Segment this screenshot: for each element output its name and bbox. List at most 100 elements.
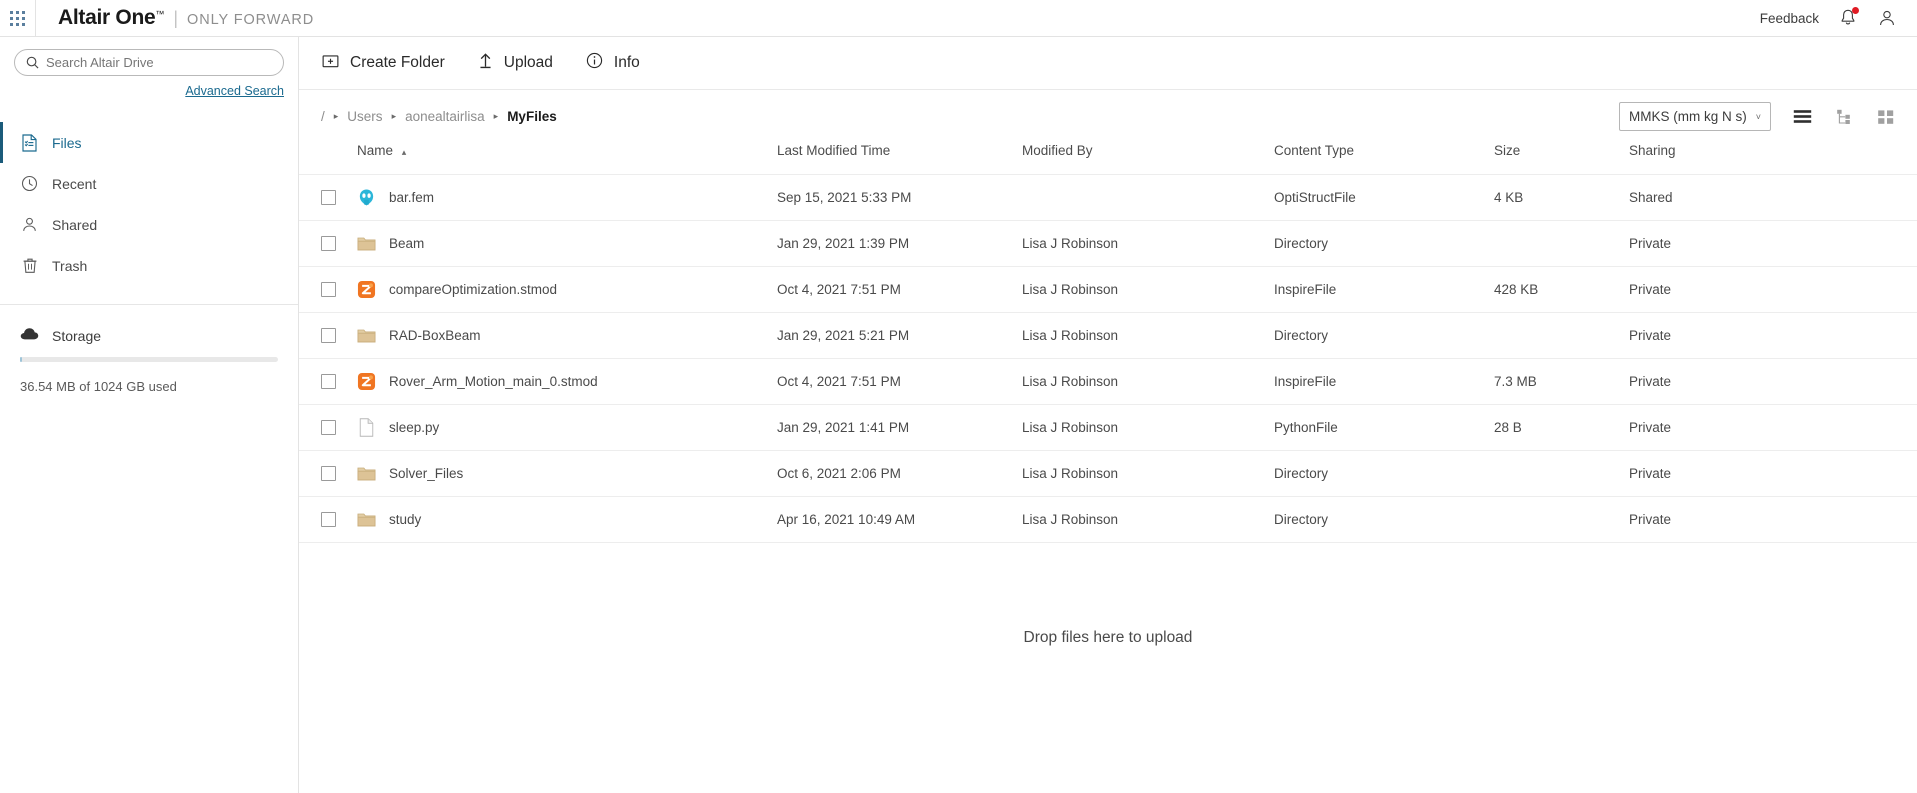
file-name[interactable]: sleep.py [389, 420, 439, 435]
row-checkbox-cell [299, 174, 357, 221]
brand-tagline: ONLY FORWARD [187, 12, 315, 28]
folder-plus-icon [322, 53, 339, 74]
sharing-status: Private [1629, 266, 1917, 313]
select-all-header [299, 143, 357, 175]
file-name[interactable]: Beam [389, 236, 424, 251]
chevron-right-icon: ▸ [493, 111, 499, 121]
row-checkbox-cell [299, 220, 357, 267]
sidebar-item-shared[interactable]: Shared [0, 204, 298, 245]
sidebar-item-label: Files [52, 134, 82, 151]
file-name[interactable]: bar.fem [389, 190, 434, 205]
upload-button[interactable]: Upload [476, 48, 555, 78]
file-size [1494, 312, 1629, 359]
content-type: InspireFile [1274, 266, 1494, 313]
storage-progress-bar [20, 357, 278, 362]
create-folder-label: Create Folder [350, 54, 445, 71]
unit-system-select[interactable]: MMKS (mm kg N s) ˅ [1618, 102, 1771, 131]
file-table-body: bar.fem Sep 15, 2021 5:33 PM OptiStructFil… [299, 174, 1917, 543]
row-checkbox-cell [299, 266, 357, 313]
modified-by: Lisa J Robinson [1022, 496, 1274, 543]
file-size: 7.3 MB [1494, 358, 1629, 405]
modified-by: Lisa J Robinson [1022, 358, 1274, 405]
list-view-button[interactable] [1791, 107, 1813, 127]
row-checkbox[interactable] [321, 420, 336, 435]
info-circle-icon [586, 52, 603, 74]
row-checkbox[interactable] [321, 512, 336, 527]
modified-by: Lisa J Robinson [1022, 220, 1274, 267]
feedback-link[interactable]: Feedback [1760, 11, 1819, 26]
column-header-content-type[interactable]: Content Type [1274, 143, 1494, 175]
breadcrumb: / ▸ Users ▸ aonealtairlisa ▸ MyFiles [321, 109, 557, 124]
clock-icon [20, 174, 39, 193]
sort-asc-caret-icon: ▴ [401, 147, 407, 157]
table-row[interactable]: sleep.py Jan 29, 2021 1:41 PM Lisa J Robin… [299, 404, 1917, 451]
table-row[interactable]: study Apr 16, 2021 10:49 AM Lisa J Robinso… [299, 496, 1917, 543]
last-modified-time: Jan 29, 2021 1:39 PM [777, 220, 1022, 267]
file-name-cell: Solver_Files [357, 450, 777, 497]
column-header-modified-by[interactable]: Modified By [1022, 143, 1274, 175]
table-row[interactable]: bar.fem Sep 15, 2021 5:33 PM OptiStructFil… [299, 174, 1917, 221]
app-launcher-button[interactable] [0, 0, 36, 36]
create-folder-button[interactable]: Create Folder [320, 49, 447, 78]
column-header-name[interactable]: Name ▴ [357, 143, 777, 175]
advanced-search-link[interactable]: Advanced Search [185, 84, 284, 98]
breadcrumb-bar: / ▸ Users ▸ aonealtairlisa ▸ MyFiles MMK… [299, 90, 1917, 143]
user-account-icon [1880, 10, 1894, 26]
user-account-button[interactable] [1877, 8, 1897, 28]
file-name-cell: compareOptimization.stmod [357, 266, 777, 313]
row-checkbox[interactable] [321, 190, 336, 205]
column-header-sharing[interactable]: Sharing [1629, 143, 1917, 175]
last-modified-time: Jan 29, 2021 5:21 PM [777, 312, 1022, 359]
row-checkbox[interactable] [321, 328, 336, 343]
table-row[interactable]: Beam Jan 29, 2021 1:39 PM Lisa J Robinson D… [299, 220, 1917, 267]
trash-icon [20, 256, 39, 275]
notification-badge-dot [1852, 7, 1859, 14]
file-name[interactable]: RAD-BoxBeam [389, 328, 481, 343]
search-input[interactable] [46, 55, 272, 70]
column-header-date[interactable]: Last Modified Time [777, 143, 1022, 175]
info-button[interactable]: Info [584, 48, 642, 78]
content-type: Directory [1274, 220, 1494, 267]
sidebar-item-recent[interactable]: Recent [0, 163, 298, 204]
file-name-cell: sleep.py [357, 404, 777, 451]
sidebar-item-files[interactable]: Files [0, 122, 298, 163]
chevron-right-icon: ▸ [391, 111, 397, 121]
cloud-icon [20, 327, 39, 344]
file-name[interactable]: compareOptimization.stmod [389, 282, 557, 297]
row-checkbox[interactable] [321, 466, 336, 481]
column-header-size[interactable]: Size [1494, 143, 1629, 175]
table-row[interactable]: Solver_Files Oct 6, 2021 2:06 PM Lisa J Ro… [299, 450, 1917, 497]
breadcrumb-root[interactable]: / [321, 109, 325, 124]
search-box[interactable] [14, 49, 284, 76]
file-name[interactable]: study [389, 512, 421, 527]
breadcrumb-item-user[interactable]: aonealtairlisa [405, 109, 485, 124]
grid-view-button[interactable] [1875, 107, 1897, 127]
sidebar-item-trash[interactable]: Trash [0, 245, 298, 286]
row-checkbox[interactable] [321, 374, 336, 389]
info-label: Info [613, 54, 640, 71]
breadcrumb-item-users[interactable]: Users [347, 109, 382, 124]
file-dropzone[interactable]: Drop files here to upload [299, 543, 1917, 793]
header-actions: Feedback [1760, 7, 1897, 28]
tree-view-button[interactable] [1833, 107, 1855, 127]
row-checkbox-cell [299, 496, 357, 543]
notifications-button[interactable] [1839, 7, 1859, 28]
content-type: Directory [1274, 450, 1494, 497]
row-checkbox[interactable] [321, 236, 336, 251]
file-name[interactable]: Rover_Arm_Motion_main_0.stmod [389, 374, 598, 389]
table-row[interactable]: Rover_Arm_Motion_main_0.stmod Oct 4, 2021… [299, 358, 1917, 405]
sharing-status: Private [1629, 312, 1917, 359]
table-row[interactable]: RAD-BoxBeam Jan 29, 2021 5:21 PM Lisa J Ro… [299, 312, 1917, 359]
document-file-icon [359, 418, 374, 437]
storage-usage-text: 36.54 MB of 1024 GB used [20, 379, 177, 394]
modified-by: Lisa J Robinson [1022, 266, 1274, 313]
sidebar-item-label: Recent [52, 175, 97, 192]
row-checkbox[interactable] [321, 282, 336, 297]
sidebar-item-label: Shared [52, 216, 98, 233]
optistruct-file-icon [359, 189, 374, 206]
table-row[interactable]: compareOptimization.stmod Oct 4, 2021 7:5… [299, 266, 1917, 313]
storage-header[interactable]: Storage [20, 327, 278, 344]
sharing-status: Shared [1629, 174, 1917, 221]
file-name[interactable]: Solver_Files [389, 466, 463, 481]
breadcrumb-current: MyFiles [507, 109, 557, 124]
